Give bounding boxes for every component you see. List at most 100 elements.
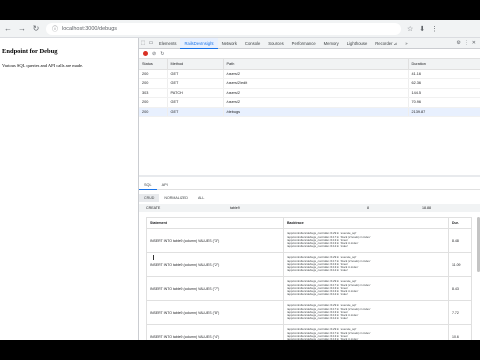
settings-icon[interactable]: ⚙ xyxy=(456,40,460,46)
browser-actions: ☆ ⬇ ⋮ xyxy=(407,25,438,33)
forward-icon[interactable]: → xyxy=(16,23,28,35)
devtools-actions: ⚙ ⋮ ✕ xyxy=(456,40,480,46)
queries-header-row: Statement Backtrace Dur. xyxy=(146,217,472,229)
request-row-selected[interactable]: 200 GET /debugs 2139.87 xyxy=(139,107,480,117)
query-backtrace: /app/controllers/debugs_controller.rb:29… xyxy=(283,252,449,277)
query-statement: INSERT INTO table9 (column) VALUES ("3") xyxy=(146,228,284,253)
url-input[interactable]: ⓘ localhost:3000/debugs xyxy=(46,22,401,35)
query-statement: INSERT INTO table9 (column) VALUES ("7") xyxy=(146,276,284,301)
summary-table: table9 xyxy=(230,206,240,210)
more-tabs-icon[interactable]: » xyxy=(401,38,411,49)
request-duration: 144.5 xyxy=(408,88,480,98)
bookmark-star-icon[interactable]: ☆ xyxy=(407,25,413,33)
summary-count: 8 xyxy=(367,206,369,210)
requests-table: Status Method Path Duration 200 GET /use… xyxy=(139,59,480,117)
column-method[interactable]: Method xyxy=(167,59,224,70)
request-status: 303 xyxy=(139,88,168,98)
query-backtrace: /app/controllers/debugs_controller.rb:29… xyxy=(283,228,449,253)
requests-header-row: Status Method Path Duration xyxy=(139,59,480,70)
queries-table: Statement Backtrace Dur. INSERT INTO tab… xyxy=(146,217,472,340)
column-statement: Statement xyxy=(146,217,284,229)
tab-network[interactable]: Network xyxy=(218,38,241,49)
tab-sources[interactable]: Sources xyxy=(264,38,287,49)
browser-window: ← → ↻ ⓘ localhost:3000/debugs ☆ ⬇ ⋮ Endp… xyxy=(0,20,480,340)
request-row[interactable]: 303 PATCH /users/2 144.5 xyxy=(139,88,480,98)
download-icon[interactable]: ⬇ xyxy=(419,25,425,33)
record-icon[interactable] xyxy=(143,51,148,56)
request-status: 200 xyxy=(139,78,168,89)
more-options-icon[interactable]: ⋮ xyxy=(464,40,469,46)
tab-all[interactable]: ALL xyxy=(193,196,209,200)
query-row: INSERT INTO table9 (column) VALUES ("4")… xyxy=(146,324,472,340)
tab-recorder[interactable]: Recorder ⊿ xyxy=(371,38,401,49)
query-duration: 8.43 xyxy=(448,276,472,301)
query-backtrace: /app/controllers/debugs_controller.rb:29… xyxy=(283,276,449,301)
column-backtrace: Backtrace xyxy=(283,217,449,229)
query-statement: INSERT INTO table9 (column) VALUES ("4") xyxy=(146,324,284,340)
request-duration: 70.96 xyxy=(408,97,480,108)
column-dur: Dur. xyxy=(448,217,472,229)
request-status: 200 xyxy=(139,69,168,79)
query-duration: 11.09 xyxy=(448,252,472,277)
request-row[interactable]: 200 GET /users/2 41.16 xyxy=(139,69,480,79)
tab-railsdevinsight[interactable]: RailsDevInsight xyxy=(180,37,218,49)
request-method: PATCH xyxy=(167,88,224,98)
device-toggle-icon[interactable]: ▭ xyxy=(147,40,155,46)
reload-record-icon[interactable]: ↻ xyxy=(160,51,164,57)
query-backtrace: /app/controllers/debugs_controller.rb:29… xyxy=(283,324,449,340)
query-statement: INSERT INTO table9 (column) VALUES ("2") xyxy=(146,252,284,277)
request-path: /users/2 xyxy=(223,97,409,108)
page-content: Endpoint for Debug Various SQL queries a… xyxy=(0,38,138,340)
back-icon[interactable]: ← xyxy=(2,23,14,35)
request-row[interactable]: 200 GET /users/2 70.96 xyxy=(139,97,480,108)
request-method: GET xyxy=(167,69,224,79)
column-status[interactable]: Status xyxy=(139,59,168,70)
request-row[interactable]: 200 GET /users/2/edit 62.36 xyxy=(139,78,480,89)
tab-memory[interactable]: Memory xyxy=(320,38,343,49)
clear-icon[interactable]: ⊘ xyxy=(152,51,156,57)
request-method: GET xyxy=(167,107,224,117)
close-icon[interactable]: ✕ xyxy=(472,40,476,46)
tab-elements[interactable]: Elements xyxy=(155,38,180,49)
request-method: GET xyxy=(167,97,224,108)
page-description: Various SQL queries and API calls are ma… xyxy=(2,63,84,68)
column-duration[interactable]: Duration xyxy=(408,59,480,70)
crud-summary-row[interactable]: CREATE table9 8 18.88 xyxy=(139,204,480,212)
reload-icon[interactable]: ↻ xyxy=(30,23,42,35)
column-path[interactable]: Path xyxy=(223,59,409,70)
request-duration: 41.16 xyxy=(408,69,480,79)
tab-crud[interactable]: CRUD xyxy=(139,194,160,202)
tab-console[interactable]: Console xyxy=(241,38,264,49)
tab-performance[interactable]: Performance xyxy=(288,38,320,49)
tab-sql[interactable]: SQL xyxy=(139,180,157,190)
query-backtrace: /app/controllers/debugs_controller.rb:29… xyxy=(283,300,449,325)
panel-splitter[interactable] xyxy=(139,175,480,177)
request-duration: 62.36 xyxy=(408,78,480,89)
devtools-tabs: ⬚ ▭ Elements RailsDevInsight Network Con… xyxy=(139,37,480,49)
request-path: /users/2 xyxy=(223,69,409,79)
query-row: INSERT INTO table9 (column) VALUES ("2")… xyxy=(146,252,472,277)
video-frame: ← → ↻ ⓘ localhost:3000/debugs ☆ ⬇ ⋮ Endp… xyxy=(0,0,480,360)
devtools-toolbar: ⊘ ↻ xyxy=(139,49,480,59)
tab-lighthouse[interactable]: Lighthouse xyxy=(343,38,372,49)
request-path: /users/2 xyxy=(223,88,409,98)
info-icon[interactable]: ⓘ xyxy=(52,24,58,33)
text-cursor xyxy=(153,255,154,260)
request-path: /users/2/edit xyxy=(223,78,409,89)
request-path: /debugs xyxy=(223,107,409,117)
menu-icon[interactable]: ⋮ xyxy=(431,25,438,33)
query-duration: 8.48 xyxy=(448,228,472,253)
detail-tabs: SQL API xyxy=(139,180,480,190)
inspect-icon[interactable]: ⬚ xyxy=(139,40,147,46)
query-row: INSERT INTO table9 (column) VALUES ("7")… xyxy=(146,276,472,301)
format-tabs: CRUD NORMALIZED ALL xyxy=(139,193,480,203)
tab-normalized[interactable]: NORMALIZED xyxy=(159,196,193,200)
url-text: localhost:3000/debugs xyxy=(62,25,118,32)
page-title: Endpoint for Debug xyxy=(2,48,58,55)
query-duration: 7.72 xyxy=(448,300,472,325)
devtools-panel: ⬚ ▭ Elements RailsDevInsight Network Con… xyxy=(138,37,480,340)
tab-api[interactable]: API xyxy=(157,180,173,190)
request-status: 200 xyxy=(139,97,168,108)
address-bar: ← → ↻ ⓘ localhost:3000/debugs ☆ ⬇ ⋮ xyxy=(0,20,480,38)
request-duration: 2139.87 xyxy=(408,107,480,117)
